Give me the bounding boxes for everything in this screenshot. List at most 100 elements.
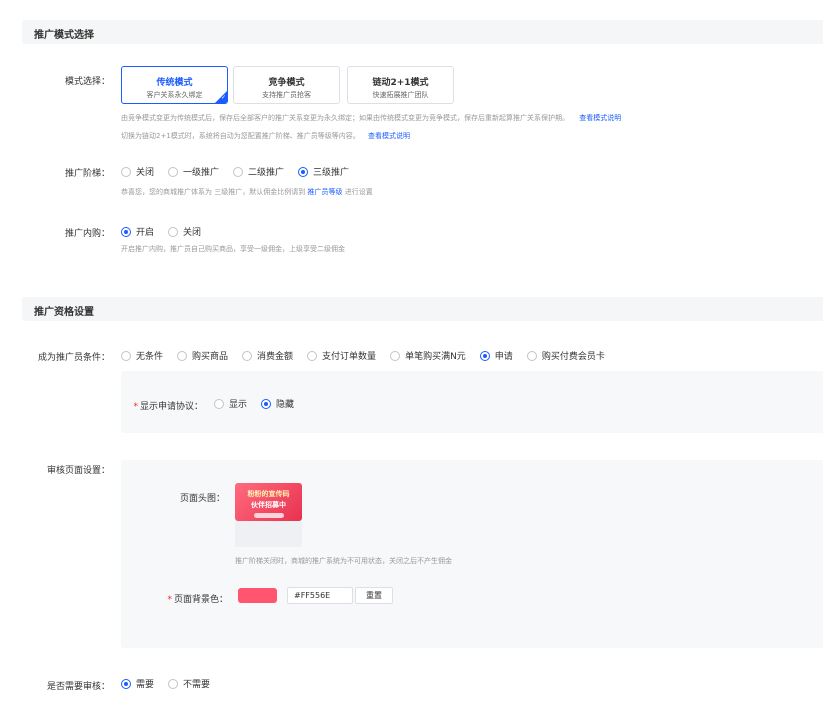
check-corner-icon (215, 91, 227, 103)
radio-level-off[interactable]: 关闭 (121, 165, 154, 178)
radio-dot-icon (261, 398, 272, 409)
radio-dot-icon (298, 166, 309, 177)
radio-agreement-hide[interactable]: 隐藏 (261, 397, 294, 410)
mode-hint-2: 切换为链动2+1模式时，系统将自动为您配置推广阶梯、推广员等级等内容。 查看模式… (121, 131, 410, 141)
radio-label: 隐藏 (276, 400, 295, 410)
bg-color-label: * 页面背景色： (150, 592, 228, 605)
audit-page-label: 审核页面设置： (46, 466, 110, 476)
radio-label: 开启 (136, 228, 155, 238)
level-hint-text: 恭喜您，您的商城推广体系为 三级推广，默认佣金比例请到 (121, 188, 306, 196)
radio-audit-no[interactable]: 不需要 (168, 677, 210, 690)
mode-hint-2-text: 切换为链动2+1模式时，系统将自动为您配置推广阶梯、推广员等级等内容。 (121, 132, 360, 140)
required-mark: * (167, 595, 172, 605)
condition-label: 成为推广员条件： (37, 353, 110, 363)
radio-dot-icon (168, 678, 179, 689)
radio-label: 不需要 (183, 680, 211, 690)
radio-label: 关闭 (136, 168, 155, 178)
radio-agreement-show[interactable]: 显示 (214, 397, 247, 410)
radio-dot-icon (214, 398, 224, 409)
radio-label: 申请 (494, 352, 513, 362)
inner-purchase-label: 推广内购： (64, 229, 110, 239)
radio-dot-icon (390, 350, 401, 361)
mode-label: 模式选择： (64, 77, 110, 87)
radio-dot-icon (526, 350, 537, 361)
header-image-label: 页面头图： (179, 494, 225, 504)
radio-dot-icon (121, 678, 131, 689)
radio-label: 关闭 (183, 228, 202, 238)
level-hint: 恭喜您，您的商城推广体系为 三级推广，默认佣金比例请到 推广员等级 进行设置 (121, 187, 373, 197)
reset-button[interactable]: 重置 (355, 587, 393, 604)
radio-cond-buy-goods[interactable]: 购买商品 (177, 349, 228, 362)
radio-level-1[interactable]: 一级推广 (168, 165, 219, 178)
mode-card-title: 传统模式 (156, 78, 193, 88)
mode-hint-1: 由竞争模式变更为传统模式后，保存后全部客户的推广关系变更为永久绑定；如果由传统模… (121, 113, 621, 123)
radio-label: 无条件 (136, 352, 164, 362)
radio-label: 显示 (229, 400, 248, 410)
radio-label: 需要 (136, 680, 155, 690)
radio-cond-orders[interactable]: 支付订单数量 (307, 349, 376, 362)
condition-radio-group: 无条件 购买商品 消费金额 支付订单数量 单笔购买满N元 申请 购买付费会员卡 (121, 349, 619, 362)
radio-dot-icon (177, 350, 188, 361)
bg-color-input[interactable]: #FF556E (287, 587, 353, 604)
section-title: 推广模式选择 (34, 30, 94, 41)
mode-card-sub: 支持推广员抢客 (262, 91, 311, 99)
mode-card-title: 竞争模式 (268, 78, 305, 88)
section-title: 推广资格设置 (34, 307, 94, 318)
section-header-promo-mode: 推广模式选择 (22, 20, 823, 44)
mode-card-competition[interactable]: 竞争模式 支持推广员抢客 (233, 66, 340, 104)
mode-card-traditional[interactable]: 传统模式 客户关系永久绑定 (121, 66, 228, 104)
banner-line-2: 伙伴招募中 (251, 501, 286, 509)
radio-dot-icon (168, 166, 179, 177)
radio-label: 购买商品 (192, 352, 229, 362)
radio-cond-none[interactable]: 无条件 (121, 349, 163, 362)
agreement-label-text: 显示申请协议： (139, 402, 203, 412)
mode-card-sub: 客户关系永久绑定 (146, 91, 203, 99)
agreement-radio-group: 显示 隐藏 (214, 397, 308, 410)
level-hint-tail: 进行设置 (344, 188, 373, 196)
audit-page-panel (121, 460, 823, 648)
mode-doc-link[interactable]: 查看模式说明 (579, 114, 621, 122)
promoter-level-link[interactable]: 推广员等级 (307, 188, 342, 196)
radio-audit-yes[interactable]: 需要 (121, 677, 154, 690)
radio-dot-icon (479, 350, 490, 361)
radio-label: 一级推广 (183, 168, 220, 178)
header-image-thumbnail[interactable]: 粉粉的宣传码 伙伴招募中 (235, 483, 302, 521)
radio-dot-icon (242, 350, 253, 361)
section-header-qualification: 推广资格设置 (22, 297, 823, 321)
agreement-label: * 显示申请协议： (125, 399, 203, 412)
radio-cond-single-order[interactable]: 单笔购买满N元 (390, 349, 466, 362)
radio-dot-icon (307, 350, 318, 361)
radio-inner-off[interactable]: 关闭 (168, 225, 201, 238)
radio-label: 消费金额 (257, 352, 294, 362)
header-image-hint: 推广阶梯关闭时，商城的推广系统为不可用状态，关闭之后不产生佣金 (235, 557, 452, 565)
radio-dot-icon (121, 226, 131, 237)
need-audit-radio-group: 需要 不需要 (121, 677, 224, 690)
mode-card-title: 链动2+1模式 (372, 78, 429, 88)
level-radio-group: 关闭 一级推广 二级推广 三级推广 (121, 165, 363, 178)
radio-cond-apply[interactable]: 申请 (479, 349, 513, 362)
bg-color-swatch[interactable] (238, 588, 277, 603)
radio-inner-on[interactable]: 开启 (121, 225, 154, 238)
radio-cond-spend[interactable]: 消费金额 (242, 349, 293, 362)
inner-purchase-hint: 开启推广内购，推广员自己购买商品，享受一级佣金，上级享受二级佣金 (121, 245, 345, 253)
inner-purchase-radio-group: 开启 关闭 (121, 225, 215, 238)
banner-button (253, 513, 284, 518)
radio-label: 三级推广 (313, 168, 350, 178)
radio-level-3[interactable]: 三级推广 (298, 165, 349, 178)
radio-label: 购买付费会员卡 (541, 352, 605, 362)
mode-doc-link-2[interactable]: 查看模式说明 (368, 132, 410, 140)
required-mark: * (133, 402, 138, 412)
header-image-placeholder (235, 521, 302, 547)
mode-hint-1-text: 由竞争模式变更为传统模式后，保存后全部客户的推广关系变更为永久绑定；如果由传统模… (121, 114, 569, 122)
radio-dot-icon (168, 226, 179, 237)
banner-line-1: 粉粉的宣传码 (247, 490, 290, 498)
radio-label: 二级推广 (248, 168, 285, 178)
need-audit-label: 是否需要审核： (46, 682, 110, 692)
radio-level-2[interactable]: 二级推广 (233, 165, 284, 178)
radio-cond-vip-card[interactable]: 购买付费会员卡 (526, 349, 605, 362)
radio-label: 单笔购买满N元 (405, 352, 466, 362)
bg-color-label-text: 页面背景色： (173, 595, 228, 605)
mode-card-chain[interactable]: 链动2+1模式 快速拓展推广团队 (347, 66, 454, 104)
mode-card-sub: 快速拓展推广团队 (372, 91, 429, 99)
radio-dot-icon (121, 350, 131, 361)
